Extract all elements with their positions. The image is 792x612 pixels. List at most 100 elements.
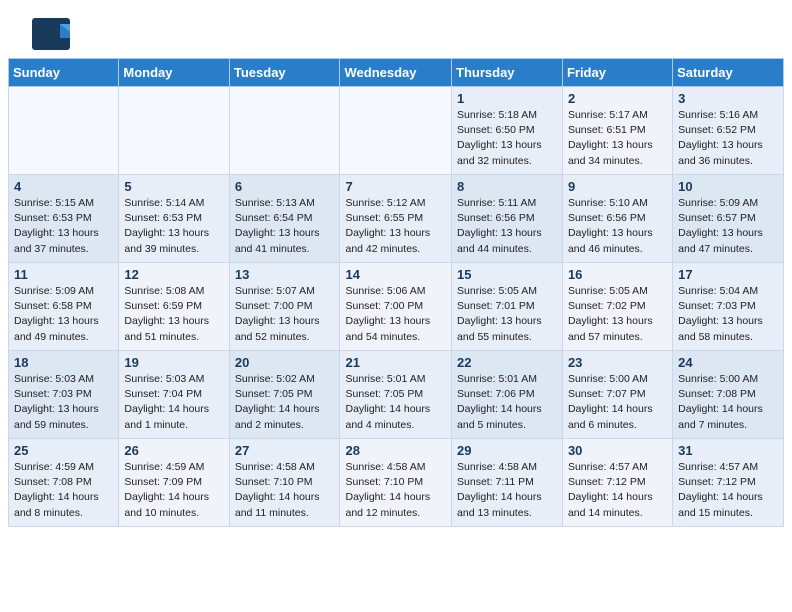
day-info: Sunrise: 5:05 AM Sunset: 7:01 PM Dayligh… [457, 284, 557, 345]
day-number: 3 [678, 91, 778, 106]
calendar-week-row: 1 Sunrise: 5:18 AM Sunset: 6:50 PM Daylig… [9, 87, 784, 175]
page-header [8, 0, 784, 58]
calendar-cell [229, 87, 340, 175]
calendar-cell: 26 Sunrise: 4:59 AM Sunset: 7:09 PM Dayli… [119, 439, 229, 527]
day-info: Sunrise: 5:02 AM Sunset: 7:05 PM Dayligh… [235, 372, 335, 433]
day-number: 16 [568, 267, 667, 282]
day-number: 27 [235, 443, 335, 458]
day-number: 6 [235, 179, 335, 194]
day-info: Sunrise: 4:57 AM Sunset: 7:12 PM Dayligh… [678, 460, 778, 521]
day-info: Sunrise: 4:59 AM Sunset: 7:09 PM Dayligh… [124, 460, 223, 521]
calendar-cell: 20 Sunrise: 5:02 AM Sunset: 7:05 PM Dayli… [229, 351, 340, 439]
day-info: Sunrise: 4:58 AM Sunset: 7:10 PM Dayligh… [235, 460, 335, 521]
calendar-week-row: 25Sunrise: 4:59 AM Sunset: 7:08 PM Dayli… [9, 439, 784, 527]
day-info: Sunrise: 5:01 AM Sunset: 7:06 PM Dayligh… [457, 372, 557, 433]
calendar-cell: 1 Sunrise: 5:18 AM Sunset: 6:50 PM Daylig… [452, 87, 563, 175]
calendar-cell: 31 Sunrise: 4:57 AM Sunset: 7:12 PM Dayli… [673, 439, 784, 527]
day-info: Sunrise: 5:03 AM Sunset: 7:03 PM Dayligh… [14, 372, 113, 433]
day-number: 24 [678, 355, 778, 370]
calendar-cell: 30 Sunrise: 4:57 AM Sunset: 7:12 PM Dayli… [562, 439, 672, 527]
day-info: Sunrise: 5:12 AM Sunset: 6:55 PM Dayligh… [345, 196, 446, 257]
day-info: Sunrise: 5:07 AM Sunset: 7:00 PM Dayligh… [235, 284, 335, 345]
day-number: 26 [124, 443, 223, 458]
day-number: 17 [678, 267, 778, 282]
day-number: 4 [14, 179, 113, 194]
calendar-cell: 19 Sunrise: 5:03 AM Sunset: 7:04 PM Dayli… [119, 351, 229, 439]
day-number: 8 [457, 179, 557, 194]
logo [32, 18, 74, 50]
calendar-table: SundayMondayTuesdayWednesdayThursdayFrid… [8, 58, 784, 527]
calendar-cell [340, 87, 452, 175]
day-number: 19 [124, 355, 223, 370]
day-number: 15 [457, 267, 557, 282]
day-number: 14 [345, 267, 446, 282]
day-number: 18 [14, 355, 113, 370]
weekday-header: Tuesday [229, 59, 340, 87]
calendar-cell: 29 Sunrise: 4:58 AM Sunset: 7:11 PM Dayli… [452, 439, 563, 527]
calendar-cell: 7 Sunrise: 5:12 AM Sunset: 6:55 PM Daylig… [340, 175, 452, 263]
weekday-header: Monday [119, 59, 229, 87]
day-info: Sunrise: 5:14 AM Sunset: 6:53 PM Dayligh… [124, 196, 223, 257]
day-number: 10 [678, 179, 778, 194]
calendar-cell [9, 87, 119, 175]
day-info: Sunrise: 5:13 AM Sunset: 6:54 PM Dayligh… [235, 196, 335, 257]
calendar-cell: 27 Sunrise: 4:58 AM Sunset: 7:10 PM Dayli… [229, 439, 340, 527]
calendar-cell: 18 Sunrise: 5:03 AM Sunset: 7:03 PM Dayli… [9, 351, 119, 439]
calendar-cell: 11 Sunrise: 5:09 AM Sunset: 6:58 PM Dayli… [9, 263, 119, 351]
day-number: 5 [124, 179, 223, 194]
day-info: Sunrise: 5:03 AM Sunset: 7:04 PM Dayligh… [124, 372, 223, 433]
day-info: Sunrise: 5:18 AM Sunset: 6:50 PM Dayligh… [457, 108, 557, 169]
day-number: 12 [124, 267, 223, 282]
weekday-header: Sunday [9, 59, 119, 87]
calendar-cell: 14 Sunrise: 5:06 AM Sunset: 7:00 PM Dayli… [340, 263, 452, 351]
day-info: Sunrise: 5:00 AM Sunset: 7:08 PM Dayligh… [678, 372, 778, 433]
day-number: 28 [345, 443, 446, 458]
weekday-header-row: SundayMondayTuesdayWednesdayThursdayFrid… [9, 59, 784, 87]
calendar-week-row: 11 Sunrise: 5:09 AM Sunset: 6:58 PM Dayli… [9, 263, 784, 351]
day-info: Sunrise: 5:15 AM Sunset: 6:53 PM Dayligh… [14, 196, 113, 257]
day-number: 21 [345, 355, 446, 370]
calendar-cell: 21Sunrise: 5:01 AM Sunset: 7:05 PM Dayli… [340, 351, 452, 439]
day-info: Sunrise: 4:59 AM Sunset: 7:08 PM Dayligh… [14, 460, 113, 521]
calendar-cell: 2Sunrise: 5:17 AM Sunset: 6:51 PM Daylig… [562, 87, 672, 175]
calendar-cell: 13 Sunrise: 5:07 AM Sunset: 7:00 PM Dayli… [229, 263, 340, 351]
calendar-cell: 9 Sunrise: 5:10 AM Sunset: 6:56 PM Daylig… [562, 175, 672, 263]
calendar-cell [119, 87, 229, 175]
day-info: Sunrise: 4:58 AM Sunset: 7:11 PM Dayligh… [457, 460, 557, 521]
day-number: 7 [345, 179, 446, 194]
day-info: Sunrise: 5:06 AM Sunset: 7:00 PM Dayligh… [345, 284, 446, 345]
day-number: 11 [14, 267, 113, 282]
day-info: Sunrise: 5:05 AM Sunset: 7:02 PM Dayligh… [568, 284, 667, 345]
day-number: 9 [568, 179, 667, 194]
day-number: 2 [568, 91, 667, 106]
calendar-cell: 17 Sunrise: 5:04 AM Sunset: 7:03 PM Dayli… [673, 263, 784, 351]
calendar-week-row: 4 Sunrise: 5:15 AM Sunset: 6:53 PM Daylig… [9, 175, 784, 263]
weekday-header: Saturday [673, 59, 784, 87]
day-info: Sunrise: 5:00 AM Sunset: 7:07 PM Dayligh… [568, 372, 667, 433]
day-number: 20 [235, 355, 335, 370]
day-number: 30 [568, 443, 667, 458]
calendar-cell: 15 Sunrise: 5:05 AM Sunset: 7:01 PM Dayli… [452, 263, 563, 351]
calendar-cell: 28 Sunrise: 4:58 AM Sunset: 7:10 PM Dayli… [340, 439, 452, 527]
day-info: Sunrise: 5:11 AM Sunset: 6:56 PM Dayligh… [457, 196, 557, 257]
day-info: Sunrise: 5:10 AM Sunset: 6:56 PM Dayligh… [568, 196, 667, 257]
calendar-cell: 4 Sunrise: 5:15 AM Sunset: 6:53 PM Daylig… [9, 175, 119, 263]
weekday-header: Wednesday [340, 59, 452, 87]
day-number: 31 [678, 443, 778, 458]
calendar-cell: 22Sunrise: 5:01 AM Sunset: 7:06 PM Dayli… [452, 351, 563, 439]
day-info: Sunrise: 4:58 AM Sunset: 7:10 PM Dayligh… [345, 460, 446, 521]
day-info: Sunrise: 5:09 AM Sunset: 6:58 PM Dayligh… [14, 284, 113, 345]
calendar-cell: 3Sunrise: 5:16 AM Sunset: 6:52 PM Daylig… [673, 87, 784, 175]
calendar-cell: 5 Sunrise: 5:14 AM Sunset: 6:53 PM Daylig… [119, 175, 229, 263]
calendar-cell: 24 Sunrise: 5:00 AM Sunset: 7:08 PM Dayli… [673, 351, 784, 439]
day-number: 1 [457, 91, 557, 106]
day-number: 29 [457, 443, 557, 458]
calendar-cell: 25Sunrise: 4:59 AM Sunset: 7:08 PM Dayli… [9, 439, 119, 527]
weekday-header: Thursday [452, 59, 563, 87]
day-number: 13 [235, 267, 335, 282]
day-info: Sunrise: 5:04 AM Sunset: 7:03 PM Dayligh… [678, 284, 778, 345]
day-info: Sunrise: 4:57 AM Sunset: 7:12 PM Dayligh… [568, 460, 667, 521]
calendar-week-row: 18 Sunrise: 5:03 AM Sunset: 7:03 PM Dayli… [9, 351, 784, 439]
calendar-cell: 23Sunrise: 5:00 AM Sunset: 7:07 PM Dayli… [562, 351, 672, 439]
calendar-cell: 12Sunrise: 5:08 AM Sunset: 6:59 PM Dayli… [119, 263, 229, 351]
